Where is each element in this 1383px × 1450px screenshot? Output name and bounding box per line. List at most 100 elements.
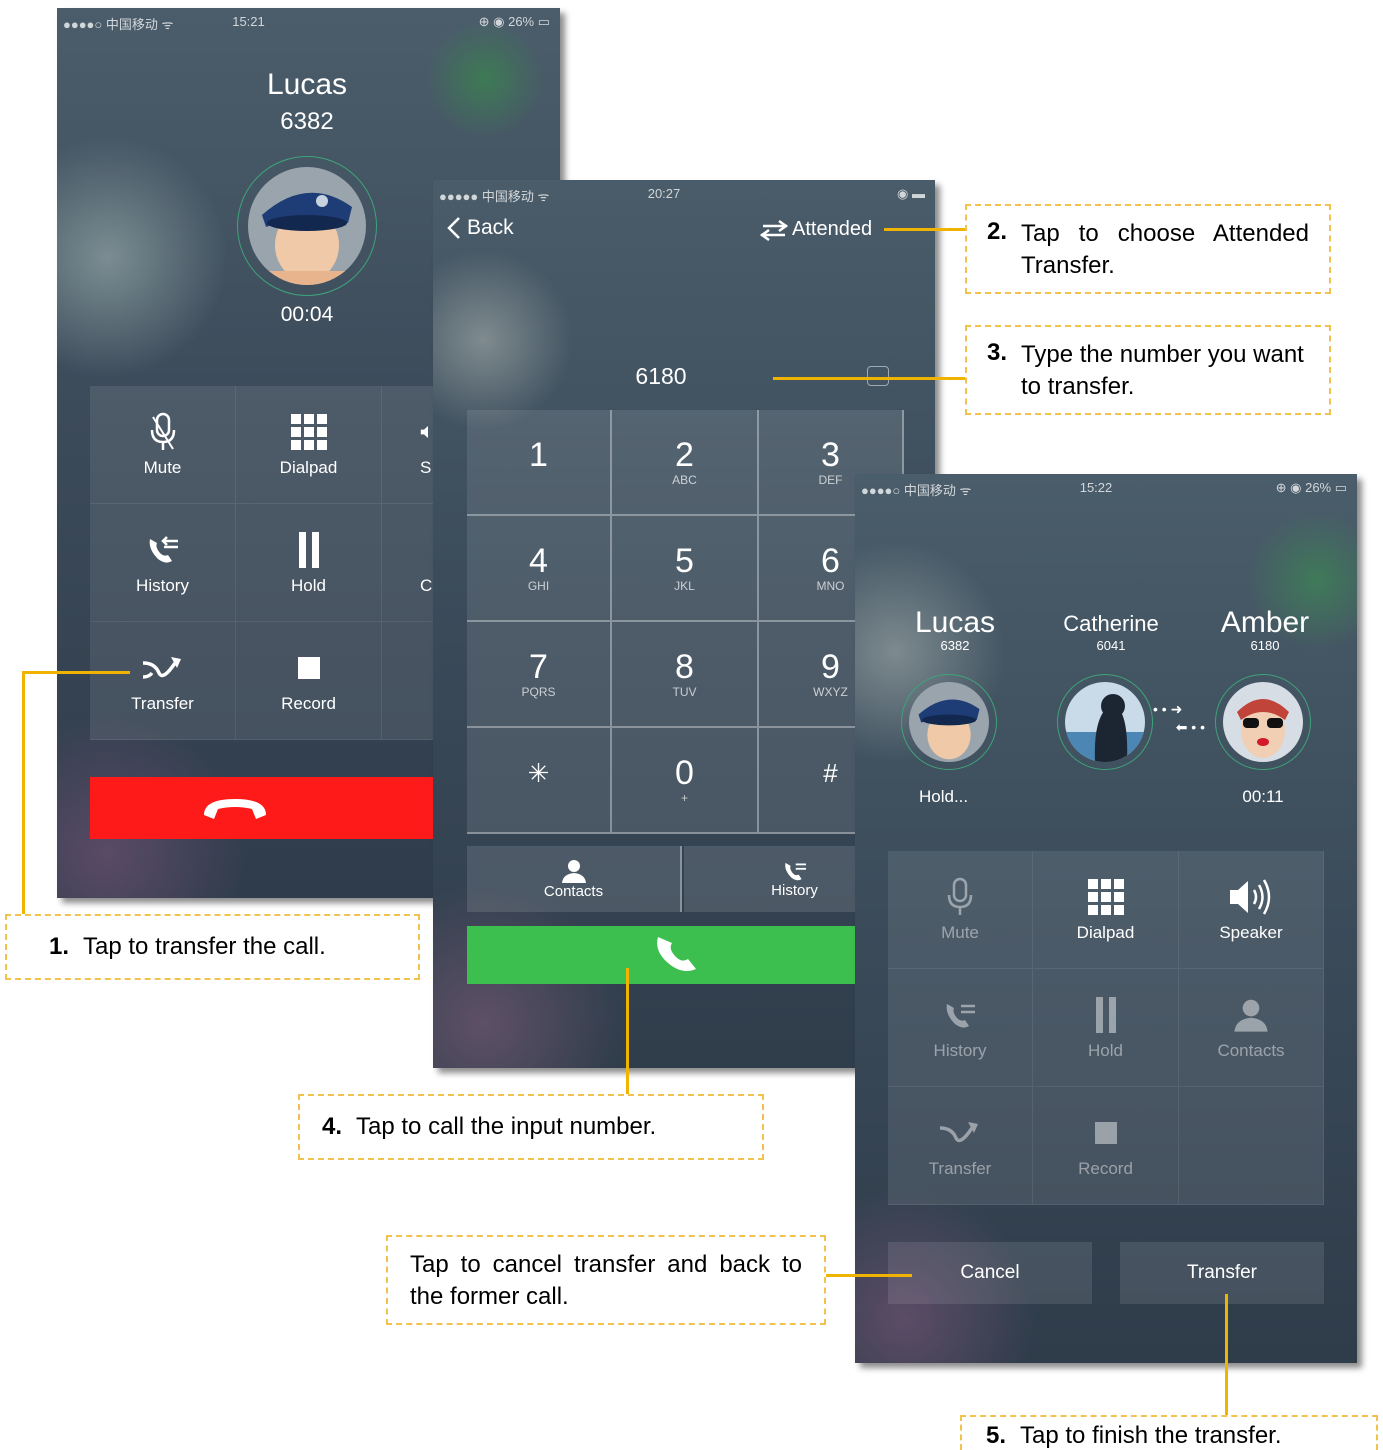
record-icon xyxy=(1094,1121,1117,1144)
dialpad-button[interactable]: Dialpad xyxy=(236,386,382,504)
key-letters: GHI xyxy=(527,579,550,593)
cancel-transfer-button[interactable]: Cancel xyxy=(888,1242,1092,1304)
history-button[interactable]: History xyxy=(90,504,236,622)
transfer-icon xyxy=(142,656,181,679)
contacts-icon xyxy=(561,859,586,883)
battery-status: ⊕ ◉ 26% ▭ xyxy=(1275,480,1347,495)
callout-number: 5. xyxy=(986,1422,1007,1449)
party3-number: 6180 xyxy=(1250,638,1280,653)
status-bar: ●●●●○ 中国移动 ᯤ 15:22 ⊕ ◉ 26% ▭ xyxy=(855,474,1357,500)
key-digit: 1 xyxy=(529,436,548,474)
empty-cell xyxy=(1179,1087,1324,1205)
mic-icon xyxy=(150,412,175,450)
speaker-icon xyxy=(1230,878,1271,915)
status-time: 20:27 xyxy=(647,186,681,201)
record-button[interactable]: Record xyxy=(236,622,382,740)
callout-text: Tap to cancel transfer and back to the f… xyxy=(410,1251,802,1310)
party1-state: Hold... xyxy=(919,787,969,806)
key-letters: MNO xyxy=(816,579,845,593)
callout-1: 1. Tap to transfer the call. xyxy=(5,914,420,980)
key-2[interactable]: 2 ABC xyxy=(612,410,759,516)
attended-label: Attended xyxy=(792,218,873,240)
leader-line-4 xyxy=(626,968,629,1095)
party3-avatar xyxy=(1215,674,1311,770)
mute-label: Mute xyxy=(941,922,979,942)
key-digit: 5 xyxy=(675,542,694,580)
hold-label: Hold xyxy=(291,575,326,595)
hold-button[interactable]: Hold xyxy=(236,504,382,622)
caller-number: 6382 xyxy=(280,108,334,135)
contacts-label: C xyxy=(420,575,433,595)
phone-screen-attended-transfer: ●●●●○ 中国移动 ᯤ 15:22 ⊕ ◉ 26% ▭ Lucas 6382 … xyxy=(855,474,1357,1363)
record-label: Record xyxy=(1078,1158,1133,1178)
callout-text: Tap to call the input number. xyxy=(356,1113,657,1140)
mute-button[interactable]: Mute xyxy=(90,386,236,504)
dialpad-icon xyxy=(1087,878,1124,915)
record-button[interactable]: Record xyxy=(1033,1087,1179,1205)
status-bar: ●●●●○ 中国移动 ᯤ 15:21 ⊕ ◉ 26% ▭ xyxy=(57,8,560,34)
party3-duration: 00:11 xyxy=(1242,787,1284,806)
dialpad-button[interactable]: Dialpad xyxy=(1033,851,1179,969)
mic-icon xyxy=(947,877,973,915)
party1-number: 6382 xyxy=(940,638,970,653)
caller-name: Lucas xyxy=(266,68,348,101)
speaker-label: Speaker xyxy=(1219,922,1283,942)
leader-line-2 xyxy=(884,228,966,231)
complete-transfer-button[interactable]: Transfer xyxy=(1120,1242,1324,1304)
key-5[interactable]: 5 JKL xyxy=(612,516,759,622)
contacts-button[interactable]: Contacts xyxy=(467,846,682,912)
key-8[interactable]: 8 TUV xyxy=(612,622,759,728)
contacts-button[interactable]: Contacts xyxy=(1179,969,1324,1087)
key-digit: ✳ xyxy=(527,758,550,788)
attended-transfer-button[interactable]: Attended xyxy=(759,218,872,241)
history-icon xyxy=(784,862,806,880)
key-letters: WXYZ xyxy=(813,685,848,699)
callout-text: Type the number you want to transfer. xyxy=(1021,341,1304,400)
dialpad-label: Dialpad xyxy=(1076,922,1135,942)
history-button[interactable]: History xyxy=(888,969,1033,1087)
key-digit: 2 xyxy=(675,436,694,474)
record-label: Record xyxy=(281,693,336,713)
callout-text: Tap to finish the transfer. xyxy=(1020,1422,1282,1449)
caller-avatar xyxy=(237,156,377,296)
callout-text: Tap to transfer the call. xyxy=(83,933,326,960)
key-digit: 6 xyxy=(821,542,840,580)
transfer-button[interactable]: Transfer xyxy=(888,1087,1033,1205)
history-label: History xyxy=(136,575,189,595)
key-letters: DEF xyxy=(818,473,843,487)
callout-text: Tap to choose Attended Transfer. xyxy=(1021,220,1309,279)
key-digit: 9 xyxy=(821,648,840,686)
contacts-label: Contacts xyxy=(543,882,604,900)
callout-number: 2. xyxy=(987,218,1008,245)
back-button[interactable]: Back xyxy=(447,216,514,240)
key-digit: 8 xyxy=(675,648,694,686)
speaker-icon xyxy=(420,425,428,438)
key-digit: 4 xyxy=(529,542,548,580)
leader-line-1 xyxy=(22,671,130,674)
key-digit: 0 xyxy=(675,754,694,792)
back-label: Back xyxy=(467,216,514,239)
pause-icon xyxy=(1095,996,1116,1033)
leader-line-5 xyxy=(1225,1294,1228,1416)
speaker-button[interactable]: Speaker xyxy=(1179,851,1324,969)
leader-line-3 xyxy=(773,377,966,380)
callout-2: 2. Tap to choose Attended Transfer. xyxy=(965,204,1331,294)
callout-number: 3. xyxy=(987,339,1008,366)
key-1[interactable]: 1 xyxy=(467,410,612,516)
status-time: 15:22 xyxy=(1079,480,1113,495)
key-star[interactable]: ✳ xyxy=(467,728,612,834)
key-0[interactable]: 0 + xyxy=(612,728,759,834)
key-7[interactable]: 7 PQRS xyxy=(467,622,612,728)
transfer-button[interactable]: Transfer xyxy=(90,622,236,740)
key-4[interactable]: 4 GHI xyxy=(467,516,612,622)
call-controls-grid: Mute Dialpad Speaker History Hold Contac… xyxy=(888,851,1324,1205)
mute-button[interactable]: Mute xyxy=(888,851,1033,969)
connecting-arrows-icon: • • ➜ ⬅ • • xyxy=(1153,701,1205,735)
battery-status: ◉ ▬ xyxy=(897,186,925,201)
history-label: History xyxy=(933,1040,987,1060)
history-label: History xyxy=(771,881,818,899)
pause-icon xyxy=(298,531,319,568)
delete-icon[interactable] xyxy=(867,366,889,386)
hold-button[interactable]: Hold xyxy=(1033,969,1179,1087)
call-duration: 00:04 xyxy=(280,303,334,326)
